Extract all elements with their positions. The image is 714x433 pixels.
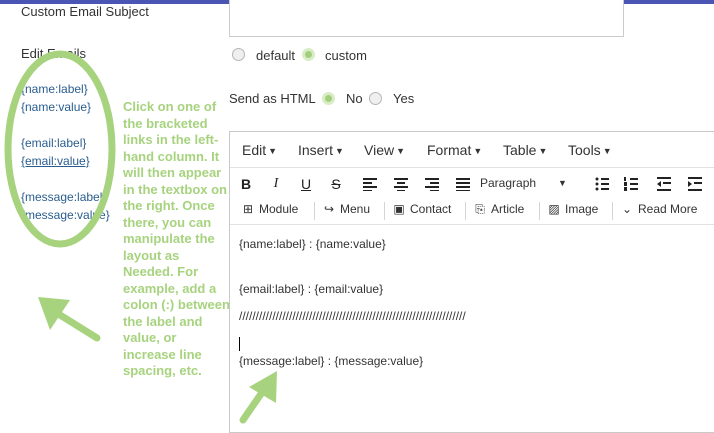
green-arrow-up-left-icon [38,297,101,342]
highlight-ellipse [4,50,116,248]
green-arrow-up-right-icon [239,371,277,424]
annotation-overlay [4,50,277,424]
